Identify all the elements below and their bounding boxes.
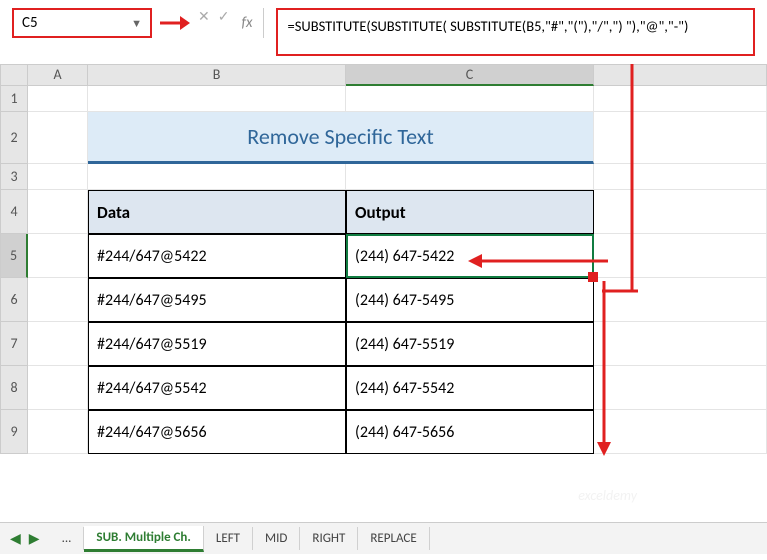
select-all-cell[interactable] <box>0 64 28 86</box>
page-title[interactable]: Remove Specific Text <box>88 112 594 164</box>
watermark: exceldemy <box>578 487 637 504</box>
name-box[interactable]: C5 ▼ <box>12 8 152 38</box>
table-cell[interactable]: #244/647@5495 <box>88 278 346 322</box>
cell[interactable] <box>346 164 594 190</box>
table-cell[interactable]: (244) 647-5422 <box>346 234 594 278</box>
table-cell[interactable]: (244) 647-5542 <box>346 366 594 410</box>
table-cell[interactable]: #244/647@5422 <box>88 234 346 278</box>
row-header[interactable]: 4 <box>0 190 28 234</box>
fill-handle[interactable] <box>588 272 598 282</box>
cell[interactable] <box>88 86 346 112</box>
col-header-d[interactable] <box>594 64 767 86</box>
row-header[interactable]: 2 <box>0 112 28 164</box>
table-cell[interactable]: (244) 647-5519 <box>346 322 594 366</box>
cell[interactable] <box>594 164 767 190</box>
cell[interactable] <box>594 366 767 410</box>
cell[interactable] <box>28 164 88 190</box>
fx-icon[interactable]: fx <box>241 8 263 38</box>
tab-nav-prev-icon[interactable]: ◀ <box>10 530 21 547</box>
formula-controls: ✕ ✓ <box>198 8 229 25</box>
chevron-down-icon[interactable]: ▼ <box>131 17 142 30</box>
tab-right[interactable]: RIGHT <box>300 527 358 550</box>
table-header-output[interactable]: Output <box>346 190 594 234</box>
row-header[interactable]: 8 <box>0 366 28 410</box>
row-header[interactable]: 6 <box>0 278 28 322</box>
cell[interactable] <box>28 86 88 112</box>
confirm-icon[interactable]: ✓ <box>218 8 230 25</box>
name-box-value: C5 <box>22 14 38 32</box>
cancel-icon[interactable]: ✕ <box>198 8 210 25</box>
cell[interactable] <box>28 112 88 164</box>
table-cell[interactable]: (244) 647-5656 <box>346 410 594 454</box>
table-cell[interactable]: #244/647@5519 <box>88 322 346 366</box>
tab-active[interactable]: SUB. Multiple Ch. <box>84 526 203 552</box>
row-header[interactable]: 9 <box>0 410 28 454</box>
col-header-a[interactable]: A <box>28 64 88 86</box>
row-header[interactable]: 3 <box>0 164 28 190</box>
tab-replace[interactable]: REPLACE <box>358 527 429 550</box>
sheet-tabs: ◀ ▶ ... SUB. Multiple Ch. LEFT MID RIGHT… <box>0 522 767 554</box>
cell[interactable] <box>594 278 767 322</box>
row-header[interactable]: 1 <box>0 86 28 112</box>
cell[interactable] <box>594 190 767 234</box>
col-header-c[interactable]: C <box>346 64 594 86</box>
cell[interactable] <box>346 86 594 112</box>
cell[interactable] <box>594 112 767 164</box>
table-cell[interactable]: (244) 647-5495 <box>346 278 594 322</box>
cell[interactable] <box>28 234 88 278</box>
cell[interactable] <box>28 322 88 366</box>
cell[interactable] <box>594 234 767 278</box>
table-header-data[interactable]: Data <box>88 190 346 234</box>
table-cell[interactable]: #244/647@5656 <box>88 410 346 454</box>
cell[interactable] <box>594 322 767 366</box>
cell[interactable] <box>28 410 88 454</box>
tab-mid[interactable]: MID <box>253 527 300 550</box>
row-header[interactable]: 7 <box>0 322 28 366</box>
spreadsheet-grid: A B C 1 2 3 4 5 6 7 8 9 <box>0 64 767 454</box>
cell[interactable] <box>594 410 767 454</box>
cell[interactable] <box>28 190 88 234</box>
tab-nav-next-icon[interactable]: ▶ <box>29 530 40 547</box>
arrow-right-icon <box>160 8 190 38</box>
cell[interactable] <box>28 278 88 322</box>
row-header[interactable]: 5 <box>0 234 28 278</box>
formula-input[interactable]: =SUBSTITUTE(SUBSTITUTE( SUBSTITUTE(B5,"#… <box>276 8 755 56</box>
cell[interactable] <box>28 366 88 410</box>
cell[interactable] <box>88 164 346 190</box>
cell[interactable] <box>594 86 767 112</box>
tab-ellipsis[interactable]: ... <box>50 527 85 550</box>
table-cell[interactable]: #244/647@5542 <box>88 366 346 410</box>
col-header-b[interactable]: B <box>88 64 346 86</box>
tab-left[interactable]: LEFT <box>204 527 253 550</box>
